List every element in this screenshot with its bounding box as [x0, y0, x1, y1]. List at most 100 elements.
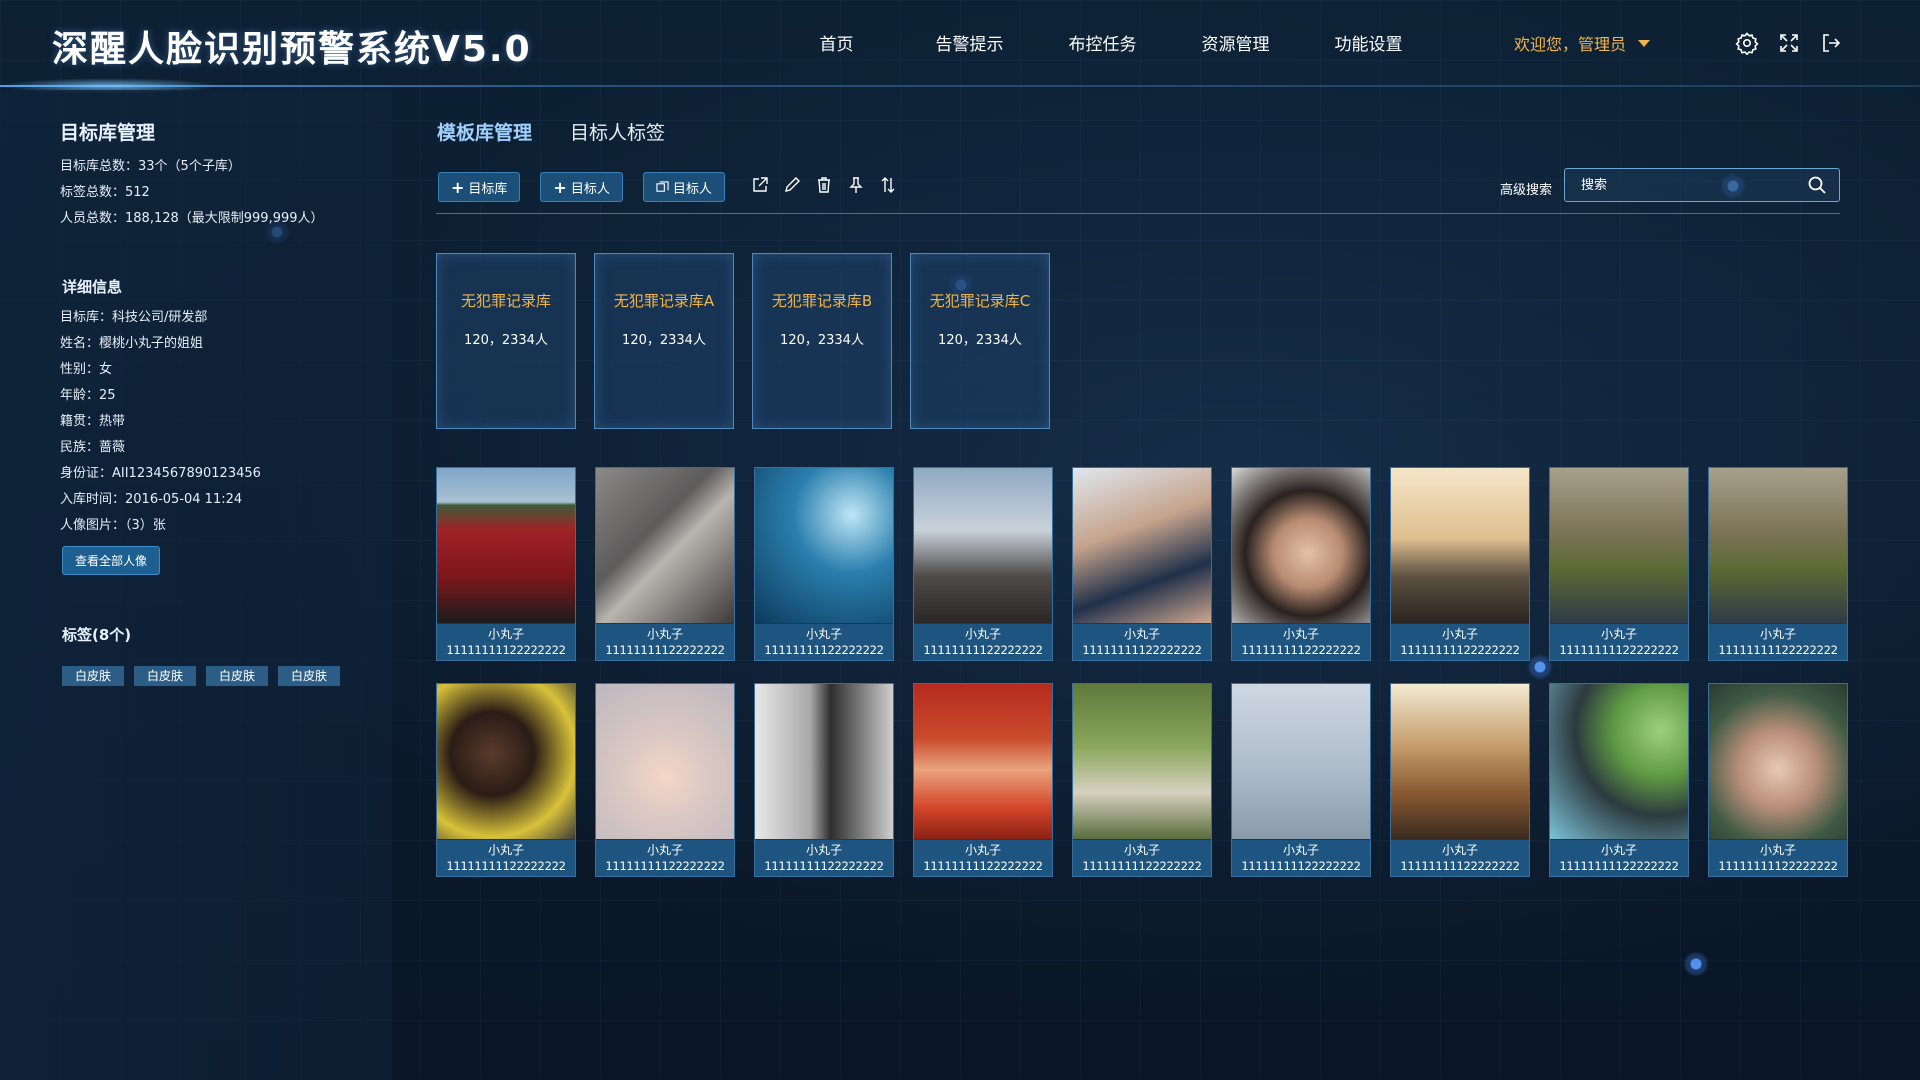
person-card[interactable]: 小丸子 11111111122222222: [1231, 683, 1371, 877]
chevron-down-icon: [1638, 39, 1651, 47]
person-caption: 小丸子 11111111122222222: [1232, 840, 1370, 876]
tag-chip[interactable]: 白皮肤: [278, 666, 340, 686]
person-caption: 小丸子 11111111122222222: [1073, 624, 1211, 660]
pin-icon[interactable]: [847, 176, 865, 198]
person-id: 11111111122222222: [1082, 643, 1202, 657]
person-photo: [437, 468, 575, 623]
person-photo: [1550, 468, 1688, 623]
person-card[interactable]: 小丸子 11111111122222222: [436, 467, 576, 661]
person-name: 小丸子: [487, 843, 524, 857]
user-menu[interactable]: 欢迎您，管理员: [1514, 31, 1651, 55]
tab-template-lib[interactable]: 模板库管理: [437, 118, 532, 145]
person-photo: [1073, 468, 1211, 623]
app-title: 深醒人脸识别预警系统V5.0: [52, 29, 532, 70]
person-card[interactable]: 小丸子 11111111122222222: [595, 467, 735, 661]
detail-line: 籍贯：热带: [60, 414, 126, 429]
person-card[interactable]: 小丸子 11111111122222222: [1708, 467, 1848, 661]
add-library-button[interactable]: + 目标库: [438, 172, 521, 202]
search-input[interactable]: [1565, 176, 1807, 194]
person-card[interactable]: 小丸子 11111111122222222: [1549, 467, 1689, 661]
person-name: 小丸子: [1282, 843, 1319, 857]
copy-person-button[interactable]: 目标人: [642, 172, 725, 202]
copy-icon: [656, 180, 669, 192]
person-photo: [1391, 684, 1529, 839]
user-greeting: 欢迎您，管理员: [1514, 35, 1627, 54]
detail-line: 入库时间：2016-05-04 11:24: [60, 492, 243, 507]
library-card[interactable]: 无犯罪记录库C 120，2334人: [910, 253, 1050, 429]
fullscreen-icon[interactable]: [1777, 31, 1801, 59]
stat-line: 标签总数：512: [60, 185, 150, 200]
detail-title: 详细信息: [62, 278, 123, 296]
person-id: 11111111122222222: [1718, 859, 1838, 873]
person-id: 11111111122222222: [1241, 859, 1361, 873]
person-card[interactable]: 小丸子 11111111122222222: [1390, 683, 1530, 877]
tag-chip[interactable]: 白皮肤: [62, 666, 124, 686]
export-icon[interactable]: [751, 176, 769, 198]
person-caption: 小丸子 11111111122222222: [914, 624, 1052, 660]
trash-icon[interactable]: [815, 176, 833, 198]
person-caption: 小丸子 11111111122222222: [914, 840, 1052, 876]
person-id: 11111111122222222: [1400, 859, 1520, 873]
nav-alerts[interactable]: 告警提示: [903, 30, 1036, 55]
person-id: 11111111122222222: [764, 859, 884, 873]
person-caption: 小丸子 11111111122222222: [1391, 624, 1529, 660]
search-icon[interactable]: [1807, 175, 1827, 195]
person-caption: 小丸子 11111111122222222: [1709, 624, 1847, 660]
person-photo: [1709, 468, 1847, 623]
person-photo: [1550, 684, 1688, 839]
person-photo: [914, 684, 1052, 839]
nav-settings[interactable]: 功能设置: [1302, 30, 1435, 55]
tag-chip[interactable]: 白皮肤: [206, 666, 268, 686]
tab-target-tags[interactable]: 目标人标签: [570, 118, 665, 145]
person-card[interactable]: 小丸子 11111111122222222: [1072, 467, 1212, 661]
person-photo: [596, 468, 734, 623]
main-nav: 首页 告警提示 布控任务 资源管理 功能设置: [770, 30, 1435, 55]
advanced-search-link[interactable]: 高级搜索: [1500, 179, 1552, 198]
person-card[interactable]: 小丸子 11111111122222222: [1549, 683, 1689, 877]
detail-line: 姓名：樱桃小丸子的姐姐: [60, 336, 204, 351]
sort-icon[interactable]: [879, 176, 897, 198]
person-card-grid: 小丸子 11111111122222222 小丸子 11111111122222222…: [436, 467, 1848, 877]
library-card[interactable]: 无犯罪记录库B 120，2334人: [752, 253, 892, 429]
detail-line: 身份证：AII1234567890123456: [60, 466, 261, 481]
person-caption: 小丸子 11111111122222222: [437, 840, 575, 876]
person-name: 小丸子: [964, 627, 1001, 641]
person-card[interactable]: 小丸子 11111111122222222: [754, 467, 894, 661]
view-all-portraits-button[interactable]: 查看全部人像: [62, 546, 161, 575]
app-header: 深醒人脸识别预警系统V5.0 首页 告警提示 布控任务 资源管理 功能设置 欢迎…: [0, 0, 1920, 94]
person-photo: [914, 468, 1052, 623]
gear-icon[interactable]: [1735, 31, 1759, 59]
header-divider: [0, 85, 1920, 87]
nav-resources[interactable]: 资源管理: [1169, 30, 1302, 55]
person-card[interactable]: 小丸子 11111111122222222: [1231, 467, 1371, 661]
person-name: 小丸子: [1759, 627, 1796, 641]
person-name: 小丸子: [805, 627, 842, 641]
person-card[interactable]: 小丸子 11111111122222222: [1072, 683, 1212, 877]
person-card[interactable]: 小丸子 11111111122222222: [436, 683, 576, 877]
person-caption: 小丸子 11111111122222222: [596, 624, 734, 660]
person-card[interactable]: 小丸子 11111111122222222: [913, 683, 1053, 877]
tag-chip[interactable]: 白皮肤: [134, 666, 196, 686]
person-caption: 小丸子 11111111122222222: [1391, 840, 1529, 876]
person-card[interactable]: 小丸子 11111111122222222: [1708, 683, 1848, 877]
person-photo: [1232, 684, 1370, 839]
add-person-button[interactable]: + 目标人: [540, 172, 623, 202]
person-name: 小丸子: [487, 627, 524, 641]
library-card[interactable]: 无犯罪记录库 120，2334人: [436, 253, 576, 429]
edit-icon[interactable]: [783, 176, 801, 198]
person-id: 11111111122222222: [1082, 859, 1202, 873]
person-card[interactable]: 小丸子 11111111122222222: [595, 683, 735, 877]
person-name: 小丸子: [1441, 843, 1478, 857]
library-card[interactable]: 无犯罪记录库A 120，2334人: [594, 253, 734, 429]
nav-home[interactable]: 首页: [770, 30, 903, 55]
person-card[interactable]: 小丸子 11111111122222222: [754, 683, 894, 877]
person-card[interactable]: 小丸子 11111111122222222: [1390, 467, 1530, 661]
person-card[interactable]: 小丸子 11111111122222222: [913, 467, 1053, 661]
person-photo: [1232, 468, 1370, 623]
stat-line: 人员总数：188,128（最大限制999,999人）: [60, 211, 324, 226]
nav-tasks[interactable]: 布控任务: [1036, 30, 1169, 55]
person-caption: 小丸子 11111111122222222: [1550, 840, 1688, 876]
person-photo: [437, 684, 575, 839]
person-name: 小丸子: [646, 843, 683, 857]
logout-icon[interactable]: [1819, 31, 1843, 59]
